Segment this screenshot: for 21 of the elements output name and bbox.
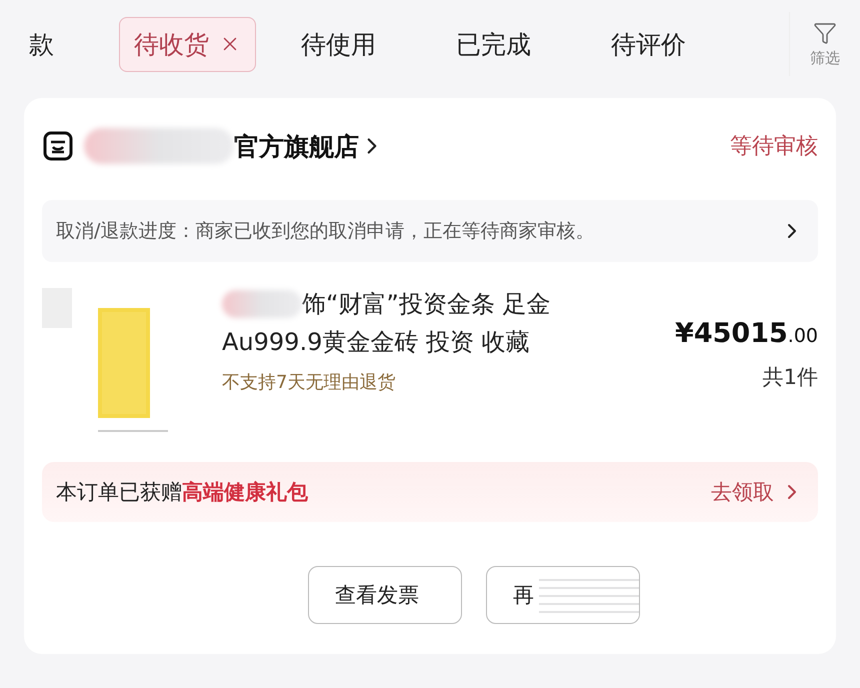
product-price: ¥45015.00: [675, 318, 818, 349]
order-action-button[interactable]: 再: [486, 566, 640, 624]
item-count: 共1件: [762, 364, 818, 391]
refund-progress-text: 取消/退款进度：商家已收到您的取消申请，正在等待商家审核。: [56, 219, 596, 244]
order-tab[interactable]: 待使用: [286, 16, 391, 72]
gift-banner[interactable]: 本订单已获赠高端健康礼包 去领取: [42, 462, 818, 522]
product-title[interactable]: 饰“财富”投资金条 足金: [302, 288, 550, 320]
order-tab[interactable]: 待评价: [596, 16, 701, 72]
filter-icon: [813, 20, 837, 44]
store-icon: [42, 130, 74, 162]
claim-link[interactable]: 去领取: [711, 478, 804, 506]
order-action-button[interactable]: 查看发票: [308, 566, 462, 624]
gift-text: 本订单已获赠高端健康礼包: [56, 479, 308, 506]
refund-status-row[interactable]: 取消/退款进度：商家已收到您的取消申请，正在等待商家审核。: [42, 200, 818, 262]
store-name[interactable]: 官方旗舰店: [234, 130, 359, 162]
order-status: 等待审核: [730, 133, 818, 161]
order-tab[interactable]: 待收货: [119, 16, 256, 72]
order-tab[interactable]: 已完成: [441, 16, 546, 72]
product-title[interactable]: Au999.9黄金金砖 投资 收藏: [222, 326, 530, 358]
order-tab[interactable]: 款: [14, 16, 69, 72]
return-policy-note: 不支持7天无理由退货: [222, 371, 396, 394]
